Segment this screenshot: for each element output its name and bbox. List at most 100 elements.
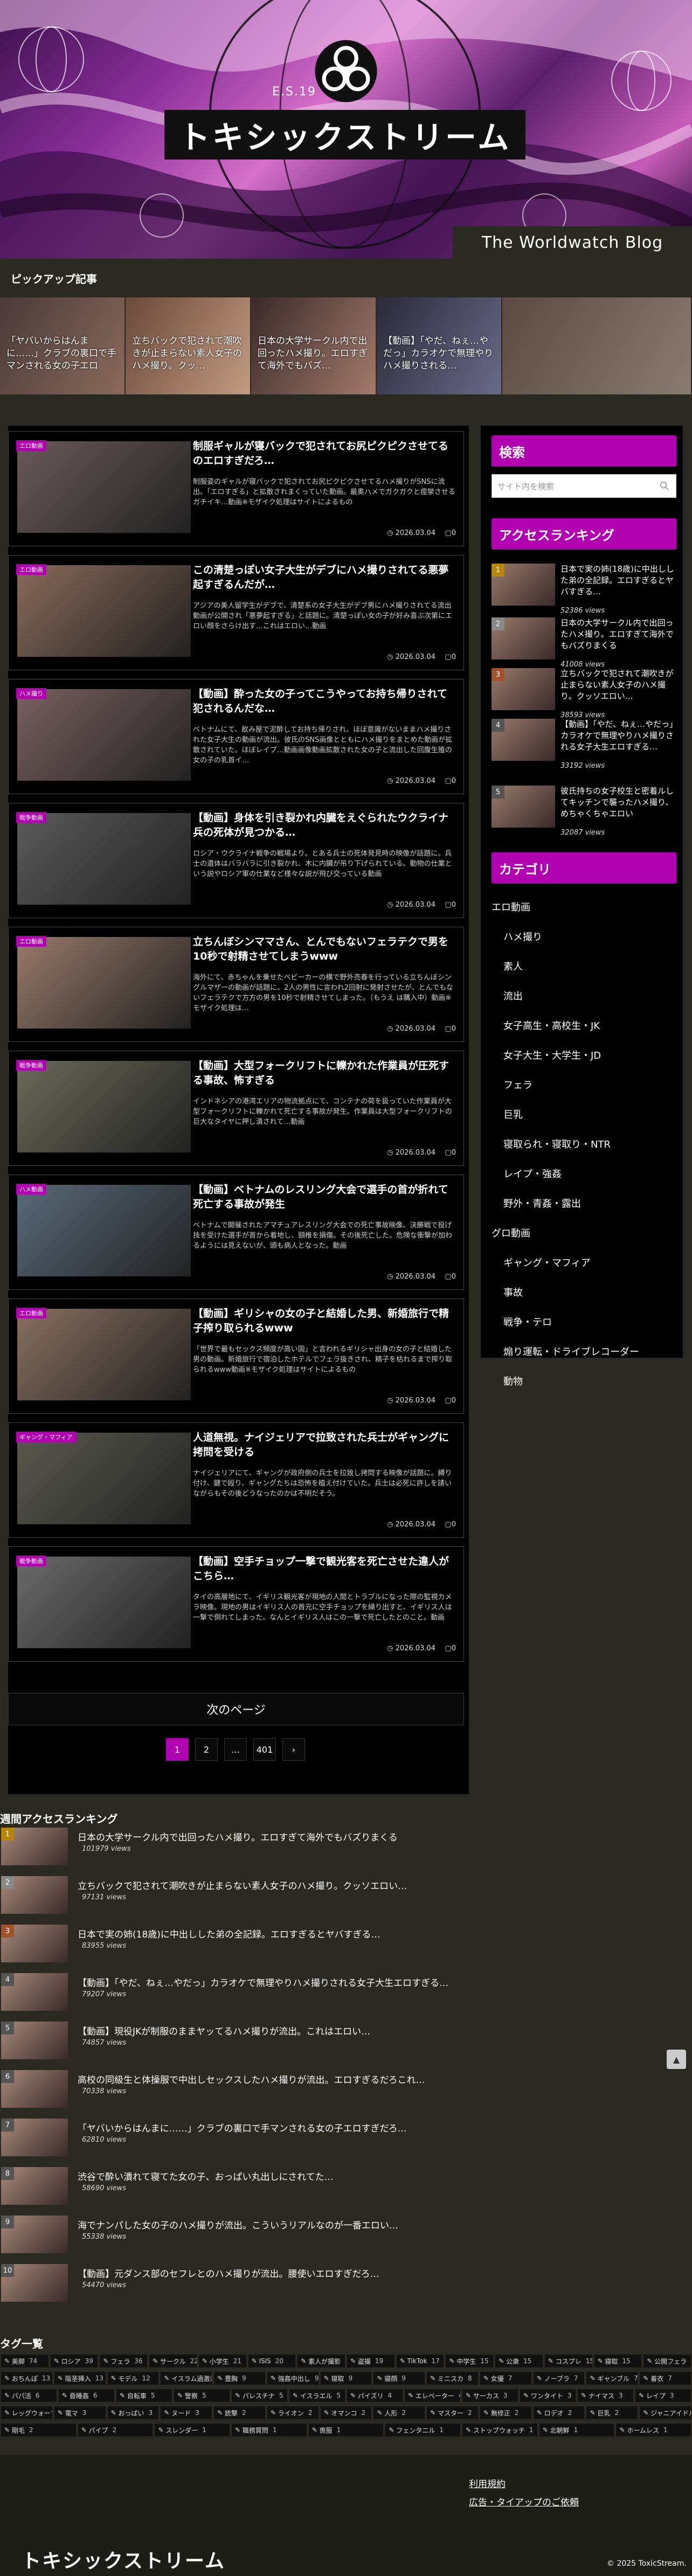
tag-item[interactable]: ✎ 電マ 3 xyxy=(54,2406,106,2419)
search-icon[interactable] xyxy=(660,481,669,491)
category-item[interactable]: 事故 xyxy=(503,1285,523,1299)
tag-item[interactable]: ✎ 寝取 9 xyxy=(320,2372,372,2385)
post-thumbnail[interactable] xyxy=(17,813,191,905)
ranking-title[interactable]: 立ちバックで犯されて潮吹きが止まらない素人女子のハメ撮り。クッソエロい… xyxy=(560,668,676,702)
tag-item[interactable]: ✎ おちんぽ 13 xyxy=(1,2372,52,2385)
pickup-item[interactable] xyxy=(502,297,691,394)
post-category-badge[interactable]: ギャング・マフィア xyxy=(16,1432,76,1442)
tag-item[interactable]: ✎ フェンタニル 1 xyxy=(385,2424,460,2436)
page-next-arrow-icon[interactable]: › xyxy=(282,1738,305,1761)
ranking-title[interactable]: 日本で実の姉(18歳)に中出しした弟の全記録。エロすぎるとヤバすぎる… xyxy=(560,564,676,598)
weekly-ranking-item[interactable]: 2 立ちバックで犯されて潮吹きが止まらない素人女子のハメ撮り。クッソエロい… 971… xyxy=(0,1876,692,1917)
post-thumbnail[interactable] xyxy=(17,1185,191,1276)
tag-item[interactable]: ✎ 自転車 5 xyxy=(116,2389,172,2402)
weekly-title[interactable]: 【動画】元ダンス部のセフレとのハメ撮りが流出。腰使いエロすぎだろ… xyxy=(78,2266,379,2280)
post-title[interactable]: 【動画】身体を引き裂かれ内臓をえぐられたウクライナ兵の死体が見つかる… xyxy=(193,811,457,840)
tag-item[interactable]: ✎ ロデオ 2 xyxy=(533,2406,585,2419)
ranking-item[interactable]: 3 立ちバックで犯されて潮吹きが止まらない素人女子のハメ撮り。クッソエロい… 385… xyxy=(492,668,676,719)
tag-item[interactable]: ✎ ISIS 20 xyxy=(248,2355,296,2367)
tag-item[interactable]: ✎ ミニスカ 8 xyxy=(427,2372,478,2385)
ranking-item[interactable]: 5 彼氏持ちの女子校生と密着ルしてキッチンで襲ったハメ撮り、めちゃくちゃエロい 32… xyxy=(492,786,676,837)
tag-item[interactable]: ✎ 銃撃 2 xyxy=(214,2406,265,2419)
tag-item[interactable]: ✎ エレベーター 4 xyxy=(405,2389,460,2402)
post-category-badge[interactable]: 戦争動画 xyxy=(16,1060,46,1071)
next-page-button[interactable]: 次のページ xyxy=(8,1693,464,1725)
post-card[interactable]: ハメ動画 【動画】ベトナムのレスリング大会で選手の首が折れて死亡する事故が発生 ベト… xyxy=(8,1175,464,1290)
tag-item[interactable]: ✎ 女優 7 xyxy=(480,2372,531,2385)
tag-item[interactable]: ✎ 陰茎挿入 13 xyxy=(54,2372,106,2385)
tag-item[interactable]: ✎ 無修正 2 xyxy=(480,2406,531,2419)
weekly-title[interactable]: 高校の同級生と体操服で中出しセックスしたハメ撮りが流出。エロすぎるだろこれ… xyxy=(78,2072,425,2086)
tag-item[interactable]: ✎ 美脚 74 xyxy=(1,2355,49,2367)
weekly-title[interactable]: 【動画】現役JKが制服のままヤッてるハメ撮りが流出。これはエロい… xyxy=(78,2024,370,2037)
category-item[interactable]: 寝取られ・寝取り・NTR xyxy=(503,1137,611,1151)
tag-item[interactable]: ✎ 昏睡姦 6 xyxy=(59,2389,114,2402)
post-thumbnail[interactable] xyxy=(17,441,191,533)
category-item[interactable]: グロ動画 xyxy=(492,1226,530,1240)
post-category-badge[interactable]: 戦争動画 xyxy=(16,812,46,823)
tag-item[interactable]: ✎ サークル 22 xyxy=(149,2355,197,2367)
search-input[interactable]: サイト内を検索 xyxy=(492,474,676,498)
tag-item[interactable]: ✎ 剛毛 2 xyxy=(1,2424,76,2436)
tag-item[interactable]: ✎ 公開フェラ13 xyxy=(643,2355,691,2367)
ranking-title[interactable]: 日本の大学サークル内で出回ったハメ撮り。エロすぎて海外でもバズりまくる xyxy=(560,617,676,651)
post-card[interactable]: 戦争動画 【動画】大型フォークリフトに轢かれた作業員が圧死する事故、怖すぎる インド… xyxy=(8,1051,464,1166)
tag-item[interactable]: ✎ 着衣 7 xyxy=(640,2372,691,2385)
post-card[interactable]: エロ動画 立ちんぼシンママさん、とんでもないフェラテクで男を10秒で射精させてしま… xyxy=(8,927,464,1042)
post-thumbnail[interactable] xyxy=(17,1061,191,1152)
category-item[interactable]: 女子大生・大学生・JD xyxy=(503,1048,601,1062)
site-logo[interactable]: トキシックストリーム xyxy=(164,110,525,159)
tag-item[interactable]: ✎ ジャニアイドル2 xyxy=(640,2406,691,2419)
category-item[interactable]: 巨乳 xyxy=(503,1107,523,1121)
weekly-title[interactable]: 日本の大学サークル内で出回ったハメ撮り。エロすぎて海外でもバズりまくる xyxy=(78,1830,398,1843)
tag-item[interactable]: ✎ 小学生 21 xyxy=(198,2355,246,2367)
tag-item[interactable]: ✎ おっぱい 3 xyxy=(107,2406,159,2419)
post-thumbnail[interactable] xyxy=(17,689,191,781)
post-card[interactable]: エロ動画 制服ギャルが寝バックで犯されてお尻ピクピクさせてるのエロすぎだろ… 制服姿… xyxy=(8,431,464,546)
weekly-title[interactable]: 渋谷で酔い潰れて寝てた女の子、おっぱい丸出しにされてた… xyxy=(78,2169,334,2183)
category-item[interactable]: 戦争・テロ xyxy=(503,1315,552,1329)
page-1[interactable]: 1 xyxy=(166,1738,189,1761)
tag-item[interactable]: ✎ 寝取 15 xyxy=(594,2355,642,2367)
tag-item[interactable]: ✎ 人形 2 xyxy=(373,2406,425,2419)
category-item[interactable]: 素人 xyxy=(503,959,523,973)
tag-item[interactable]: ✎ パパ活 6 xyxy=(1,2389,57,2402)
post-category-badge[interactable]: エロ動画 xyxy=(16,564,46,575)
pickup-item[interactable]: 【動画】「やだ、ねぇ…やだっ」カラオケで無理やりハメ撮りされる… xyxy=(377,297,502,394)
pickup-item[interactable]: 立ちバックで犯されて潮吹きが止まらない素人女子のハメ撮り。クッ… xyxy=(126,297,251,394)
tag-item[interactable]: ✎ スレンダー 1 xyxy=(155,2424,230,2436)
post-title[interactable]: 【動画】大型フォークリフトに轢かれた作業員が圧死する事故、怖すぎる xyxy=(193,1059,457,1088)
post-thumbnail[interactable] xyxy=(17,1309,191,1400)
ranking-title[interactable]: 【動画】「やだ、ねぇ…やだっ」カラオケで無理やりハメ撮りされる女子大生エロすぎる… xyxy=(560,719,676,753)
footer-link-ads[interactable]: 広告・タイアップのご依頼 xyxy=(469,2495,579,2508)
category-item[interactable]: ギャング・マフィア xyxy=(503,1255,591,1269)
tag-item[interactable]: ✎ 職務質問 1 xyxy=(232,2424,307,2436)
weekly-ranking-item[interactable]: 3 日本で実の姉(18歳)に中出しした弟の全記録。エロすぎるとヤバすぎる… 8395… xyxy=(0,1925,692,1966)
footer-link-terms[interactable]: 利用規約 xyxy=(469,2476,506,2490)
tag-item[interactable]: ✎ オマンコ 2 xyxy=(320,2406,372,2419)
post-thumbnail[interactable] xyxy=(17,1433,191,1524)
post-title[interactable]: 制服ギャルが寝バックで犯されてお尻ピクピクさせてるのエロすぎだろ… xyxy=(193,439,457,468)
footer-logo[interactable]: トキシックストリーム xyxy=(22,2545,225,2573)
tag-item[interactable]: ✎ イスラム過激派12 xyxy=(161,2372,212,2385)
category-item[interactable]: レイプ・強姦 xyxy=(503,1167,562,1181)
tag-item[interactable]: ✎ 警察 5 xyxy=(174,2389,230,2402)
tag-item[interactable]: ✎ モデル 12 xyxy=(107,2372,159,2385)
weekly-ranking-item[interactable]: 10 【動画】元ダンス部のセフレとのハメ撮りが流出。腰使いエロすぎだろ… 54470… xyxy=(0,2264,692,2305)
tag-item[interactable]: ✎ 中学生 15 xyxy=(446,2355,494,2367)
tag-item[interactable]: ✎ パイズリ 4 xyxy=(347,2389,403,2402)
post-card[interactable]: エロ動画 【動画】ギリシャの女の子と結婚した男、新婚旅行で精子搾り取られるwww 「… xyxy=(8,1299,464,1414)
post-card[interactable]: エロ動画 この清楚っぽい女子大生がデブにハメ撮りされてる悪夢起すぎるんだが… アジア… xyxy=(8,555,464,670)
weekly-ranking-item[interactable]: 9 海でナンパした女の子のハメ撮りが流出。こういうリアルなのが一番エロい… 5533… xyxy=(0,2216,692,2256)
ranking-item[interactable]: 1 日本で実の姉(18歳)に中出しした弟の全記録。エロすぎるとヤバすぎる… 5238… xyxy=(492,564,676,615)
tag-item[interactable]: ✎ 公衆 15 xyxy=(495,2355,543,2367)
weekly-title[interactable]: 【動画】「やだ、ねぇ…やだっ」カラオケで無理やりハメ撮りされる女子大生エロすぎる… xyxy=(78,1975,448,1989)
post-title[interactable]: 【動画】酔った女の子ってこうやってお持ち帰りされて犯されるんだな… xyxy=(193,687,457,716)
category-item[interactable]: 女子高生・高校生・JK xyxy=(503,1018,600,1032)
tag-item[interactable]: ✎ ワンタイト 3 xyxy=(520,2389,576,2402)
post-category-badge[interactable]: 戦争動画 xyxy=(16,1556,46,1566)
scroll-top-button[interactable]: ▲ xyxy=(667,2050,686,2069)
tag-item[interactable]: ✎ コスプレ 15 xyxy=(544,2355,592,2367)
tag-item[interactable]: ✎ レッグウォーマー3 xyxy=(1,2406,52,2419)
ranking-item[interactable]: 2 日本の大学サークル内で出回ったハメ撮り。エロすぎて海外でもバズりまくる 4100… xyxy=(492,617,676,669)
